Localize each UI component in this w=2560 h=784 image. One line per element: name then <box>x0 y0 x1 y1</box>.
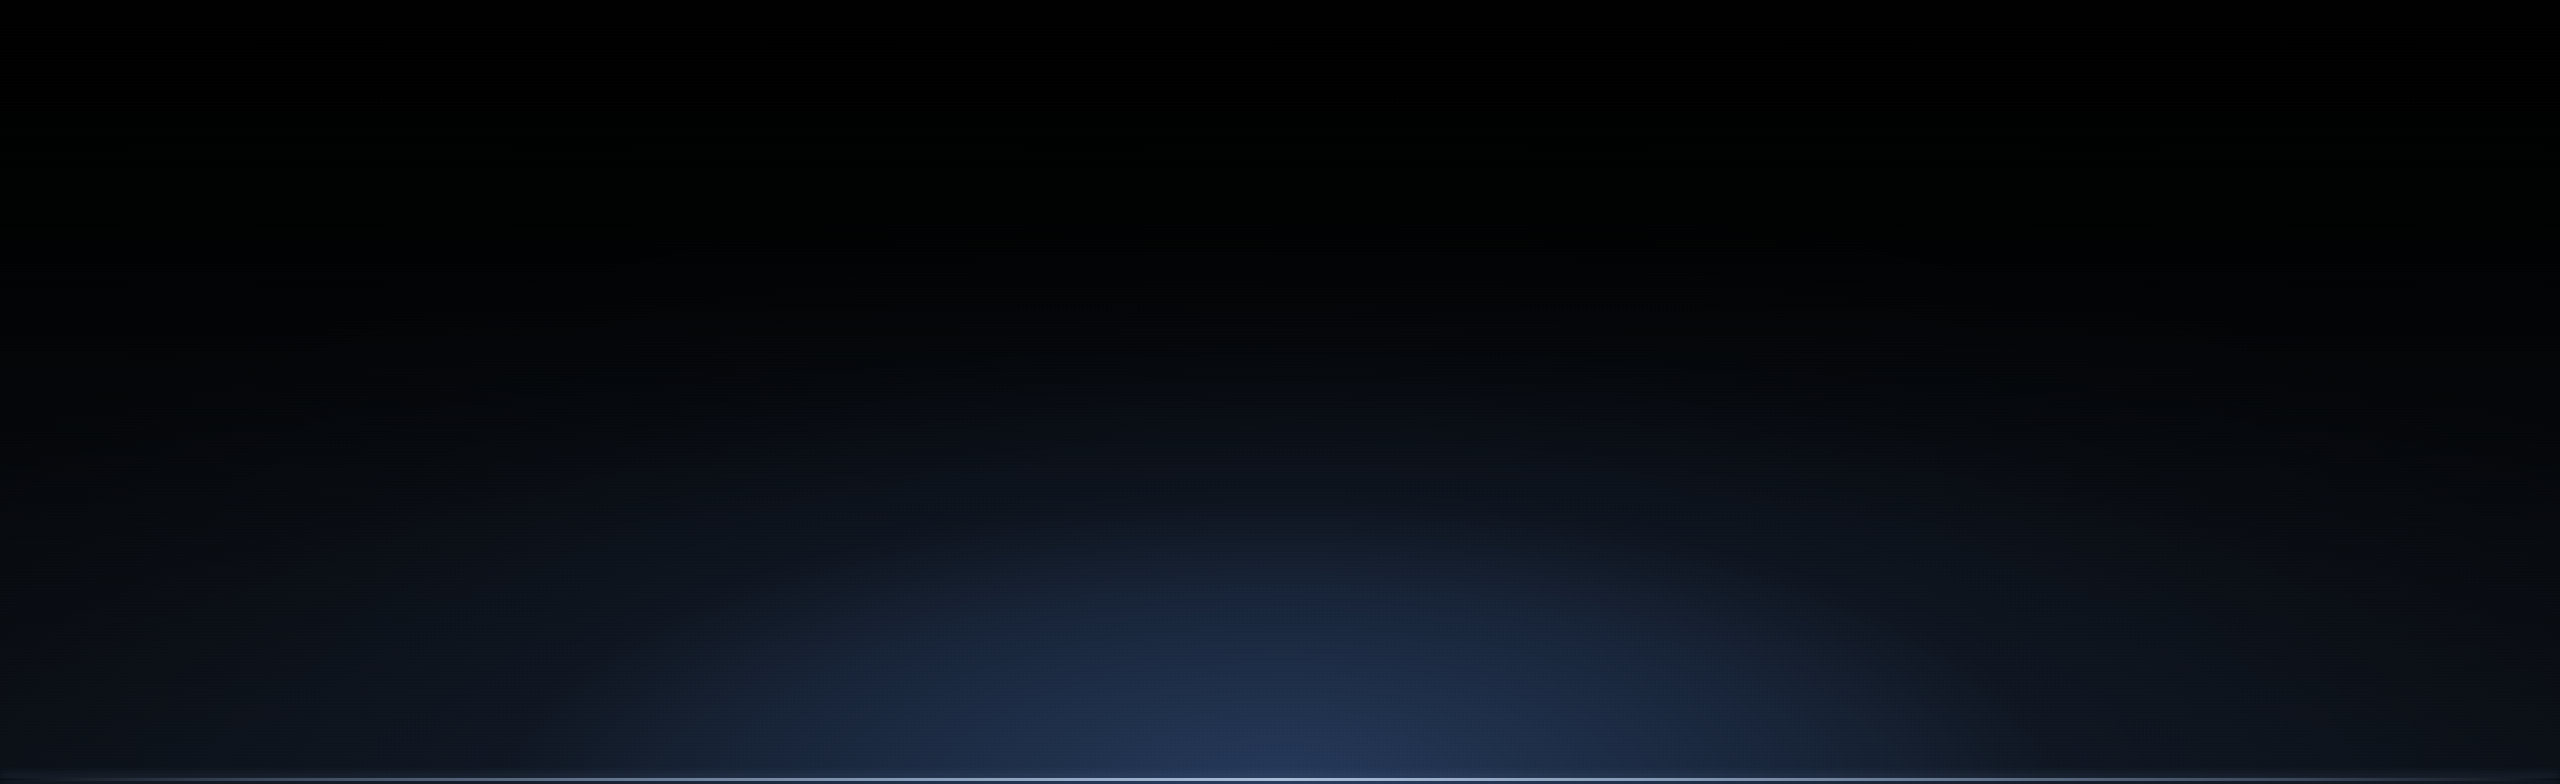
background-texture <box>0 0 2560 784</box>
dark-gradient-background <box>0 0 2560 784</box>
horizon-highlight-line <box>0 778 2560 781</box>
background-vignette <box>0 0 2560 784</box>
